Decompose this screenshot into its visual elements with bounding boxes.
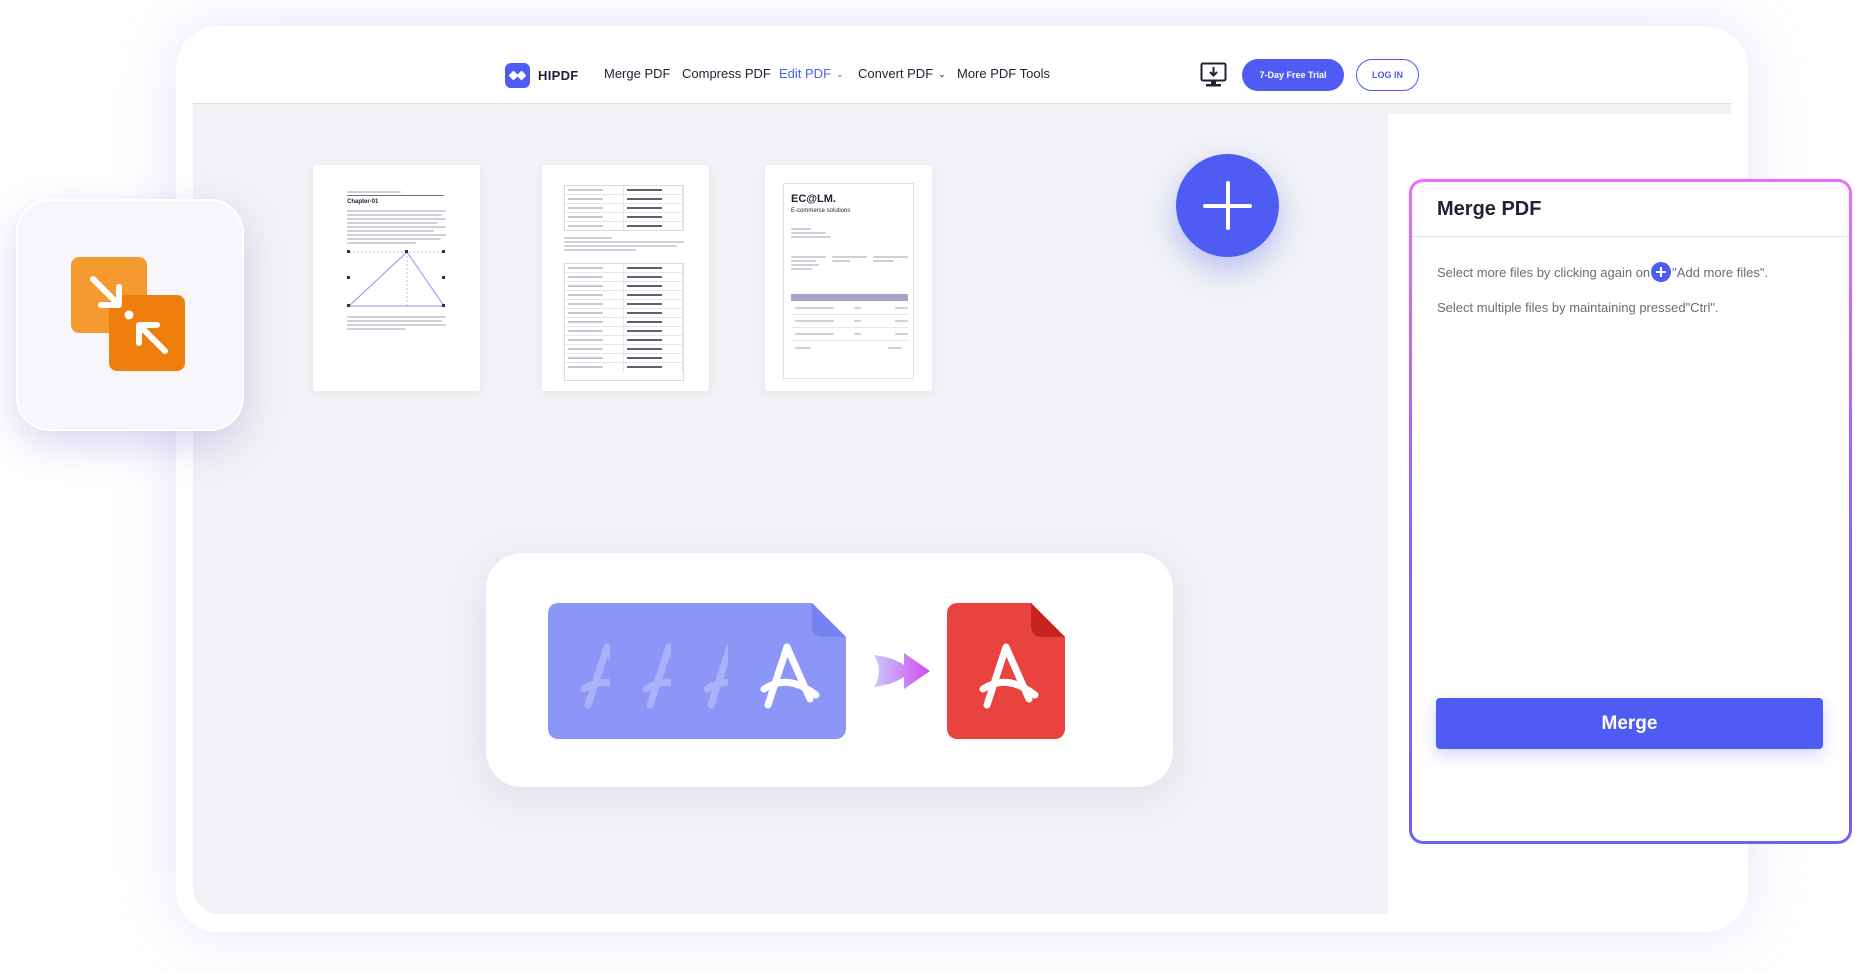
merge-arrow-icon — [874, 653, 930, 689]
invoice-table — [791, 302, 908, 354]
hint-add-more: Select more files by clicking again on "… — [1437, 262, 1768, 282]
top-nav: HIPDF Merge PDF Compress PDF Edit PDF ⌄ … — [193, 46, 1731, 104]
nav-item-label: Edit PDF — [779, 66, 832, 81]
chevron-down-icon: ⌄ — [836, 69, 844, 79]
nav-edit-pdf[interactable]: Edit PDF ⌄ — [779, 66, 844, 81]
compress-icon — [71, 257, 185, 371]
compress-app-card — [16, 199, 244, 431]
nav-compress-pdf[interactable]: Compress PDF — [682, 66, 771, 81]
invoice-brand: EC@LM. — [791, 193, 836, 205]
logo-text: HIPDF — [538, 68, 579, 83]
nav-more-pdf-tools[interactable]: More PDF Tools — [957, 66, 1050, 81]
nav-merge-pdf[interactable]: Merge PDF — [604, 66, 670, 81]
invoice-address — [791, 228, 841, 240]
invoice-tagline: E-commerce solutions — [791, 208, 851, 214]
add-file-button[interactable] — [1176, 154, 1279, 257]
login-button[interactable]: LOG IN — [1356, 59, 1419, 91]
data-table — [564, 263, 684, 381]
document-heading: Chapter-01 — [347, 199, 379, 205]
nav-item-label: Compress PDF — [682, 66, 771, 81]
free-trial-button[interactable]: 7-Day Free Trial — [1242, 59, 1344, 91]
merged-pdf-icon — [947, 603, 1065, 739]
hint-text: Select more files by clicking again on — [1437, 264, 1651, 280]
invoice-table-header — [791, 294, 908, 301]
hipdf-merge-promo: HIPDF Merge PDF Compress PDF Edit PDF ⌄ … — [0, 0, 1859, 973]
data-table — [564, 185, 684, 231]
monitor-download-icon[interactable] — [1200, 62, 1227, 88]
nav-convert-pdf[interactable]: Convert PDF ⌄ — [858, 66, 946, 81]
invoice-meta — [791, 256, 908, 272]
document-page: Chapter-01 — [347, 191, 446, 365]
hipdf-logo[interactable]: HIPDF — [505, 63, 579, 88]
triangle-diagram — [347, 250, 445, 307]
nav-item-label: Merge PDF — [604, 66, 671, 81]
table-notes — [564, 237, 684, 253]
nav-item-label: Convert PDF — [858, 66, 934, 81]
hint-text: "Add more files". — [1672, 264, 1769, 280]
document-thumbnail-article[interactable]: Chapter-01 — [313, 165, 480, 391]
panel-divider — [1412, 236, 1849, 237]
document-thumbnail-invoice[interactable]: EC@LM. E-commerce solutions — [765, 165, 932, 391]
nav-item-label: More PDF Tools — [957, 66, 1050, 81]
pdf-file-icon — [728, 603, 846, 739]
document-thumbnail-table[interactable] — [542, 165, 709, 391]
chevron-down-icon: ⌄ — [938, 69, 946, 79]
hint-ctrl: Select multiple files by maintaining pre… — [1437, 300, 1719, 315]
panel-title: Merge PDF — [1437, 198, 1542, 220]
merge-pdf-panel: Merge PDF Select more files by clicking … — [1409, 179, 1852, 844]
hipdf-logo-icon — [505, 63, 530, 88]
merge-button[interactable]: Merge — [1436, 698, 1823, 749]
add-more-plus-icon — [1651, 262, 1672, 282]
invoice-page: EC@LM. E-commerce solutions — [783, 183, 914, 379]
merge-illustration-card — [486, 553, 1173, 787]
